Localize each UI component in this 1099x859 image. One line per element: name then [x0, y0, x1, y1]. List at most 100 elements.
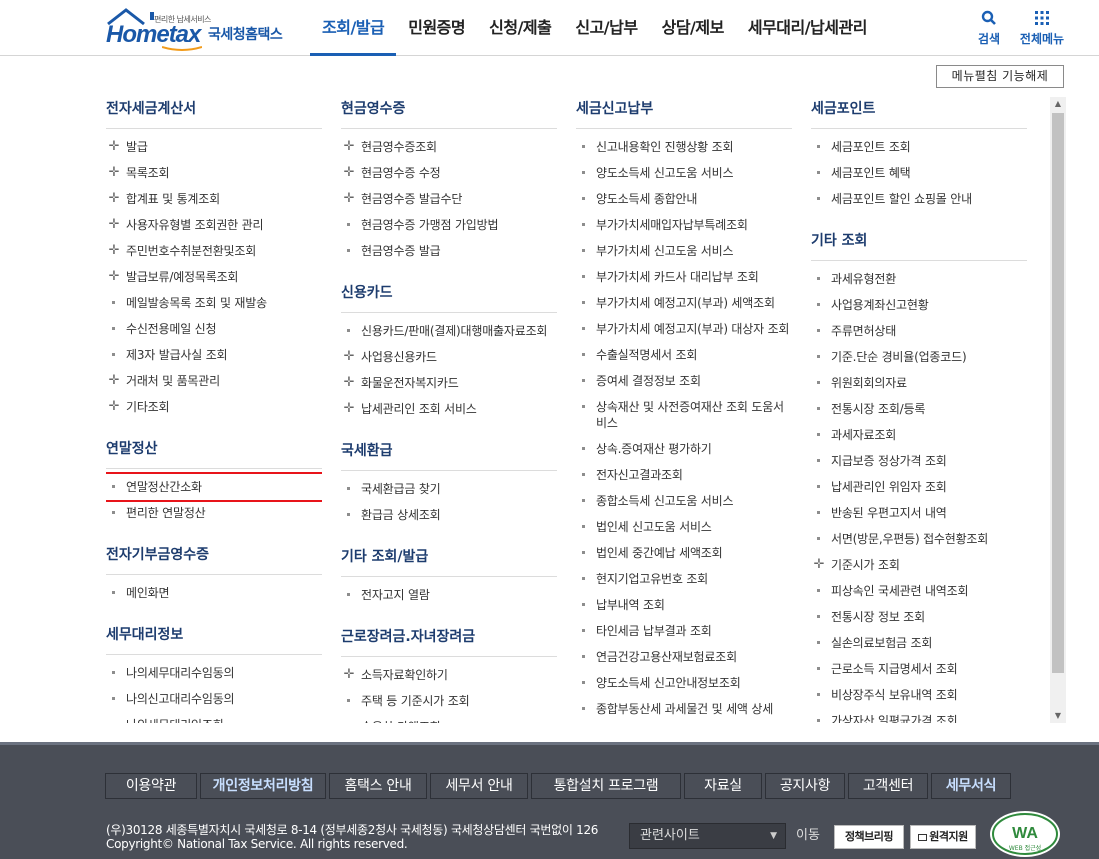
nav-item-inquiry[interactable]: 조회/발급 — [310, 0, 397, 56]
menu-fold-toggle-button[interactable]: 메뉴펼침 기능해제 — [936, 65, 1064, 88]
menu-item[interactable]: ✛ 화물운전자복지카드 — [341, 370, 557, 396]
menu-item[interactable]: 연금건강고용산재보험료조회 — [576, 644, 792, 670]
menu-item[interactable]: ✛ 목록조회 — [106, 160, 322, 186]
section-title[interactable]: 세무대리정보 — [106, 624, 322, 655]
nav-item-report[interactable]: 신고/납부 — [563, 0, 649, 56]
menu-item[interactable]: ✛ 현금영수증 수정 — [341, 160, 557, 186]
policy-briefing-button[interactable]: 정책브리핑 — [834, 825, 904, 849]
section-title[interactable]: 국세환급 — [341, 440, 557, 471]
menu-item[interactable]: 주류면허상태 — [811, 318, 1027, 344]
menu-item[interactable]: 종합부동산세 과세물건 및 세액 상세 — [576, 696, 792, 722]
menu-item[interactable]: 수신전용메일 신청 — [106, 316, 322, 342]
section-title[interactable]: 현금영수증 — [341, 98, 557, 129]
menu-item[interactable]: 상속재산 및 사전증여재산 조회 도움서비스 — [576, 394, 792, 436]
menu-item[interactable]: 세금포인트 혜택 — [811, 160, 1027, 186]
menu-item[interactable]: ✛ 사용자유형별 조회권한 관리 — [106, 212, 322, 238]
menu-item[interactable]: 나의세무대리인조회 — [106, 712, 322, 723]
section-title[interactable]: 전자기부금영수증 — [106, 544, 322, 575]
menu-item[interactable]: 부가가치세 카드사 대리납부 조회 — [576, 264, 792, 290]
footer-link[interactable]: 고객센터 — [848, 773, 928, 799]
nav-item-agent[interactable]: 세무대리/납세관리 — [736, 0, 879, 56]
all-menu-button[interactable]: 전체메뉴 — [1014, 10, 1070, 47]
menu-item[interactable]: 기준.단순 경비율(업종코드) — [811, 344, 1027, 370]
menu-item[interactable]: 부가가치세 신고도움 서비스 — [576, 238, 792, 264]
menu-item[interactable]: 상속.증여재산 평가하기 — [576, 436, 792, 462]
search-button[interactable]: 검색 — [974, 10, 1004, 47]
menu-item[interactable]: 실손의료보험금 조회 — [811, 630, 1027, 656]
menu-item[interactable]: 반송된 우편고지서 내역 — [811, 500, 1027, 526]
menu-item[interactable]: 현금영수증 가맹점 가입방법 — [341, 212, 557, 238]
menu-item[interactable]: 환급금 상세조회 — [341, 502, 557, 528]
menu-item[interactable]: ✛ 납세관리인 조회 서비스 — [341, 396, 557, 422]
menu-item[interactable]: 나의신고대리수임동의 — [106, 686, 322, 712]
menu-item[interactable]: 근로소득 지급명세서 조회 — [811, 656, 1027, 682]
menu-item[interactable]: 납세관리인 위임자 조회 — [811, 474, 1027, 500]
menu-item[interactable]: 신용카드/판매(결제)대행매출자료조회 — [341, 318, 557, 344]
menu-item[interactable]: 과세자료조회 — [811, 422, 1027, 448]
menu-item[interactable]: ✛ 기타조회 — [106, 394, 322, 420]
scroll-up-arrow-icon[interactable]: ▲ — [1050, 97, 1066, 111]
menu-item[interactable]: ✛ 기준시가 조회 — [811, 552, 1027, 578]
nav-item-consult[interactable]: 상담/제보 — [650, 0, 736, 56]
menu-item[interactable]: 전자고지 열람 — [341, 582, 557, 608]
hometax-logo[interactable]: 편리한 납세서비스 Hometax 국세청홈택스 — [104, 8, 289, 51]
menu-item[interactable]: 전통시장 정보 조회 — [811, 604, 1027, 630]
section-title[interactable]: 기타 조회 — [811, 230, 1027, 261]
menu-item[interactable]: 승용차 가액조회 — [341, 714, 557, 723]
menu-item-highlighted[interactable]: 연말정산간소화 — [106, 472, 322, 502]
menu-item[interactable]: 제3자 발급사실 조회 — [106, 342, 322, 368]
menu-item[interactable]: ✛ 합계표 및 통계조회 — [106, 186, 322, 212]
menu-item[interactable]: 비상장주식 보유내역 조회 — [811, 682, 1027, 708]
menu-item[interactable]: 전자신고결과조회 — [576, 462, 792, 488]
menu-item[interactable]: 사업용계좌신고현황 — [811, 292, 1027, 318]
section-title[interactable]: 세금포인트 — [811, 98, 1027, 129]
menu-item[interactable]: 편리한 연말정산 — [106, 500, 322, 526]
scrollbar[interactable]: ▲ ▼ — [1050, 97, 1066, 723]
menu-item[interactable]: ✛ 사업용신용카드 — [341, 344, 557, 370]
menu-item[interactable]: 세금포인트 할인 쇼핑몰 안내 — [811, 186, 1027, 212]
menu-item[interactable]: 양도소득세 신고안내정보조회 — [576, 670, 792, 696]
menu-item[interactable]: 피상속인 국세관련 내역조회 — [811, 578, 1027, 604]
scroll-down-arrow-icon[interactable]: ▼ — [1050, 709, 1066, 723]
menu-item[interactable]: 메일발송목록 조회 및 재발송 — [106, 290, 322, 316]
menu-item[interactable]: 법인세 신고도움 서비스 — [576, 514, 792, 540]
scrollbar-thumb[interactable] — [1052, 113, 1064, 673]
menu-item[interactable]: ✛ 현금영수증조회 — [341, 134, 557, 160]
section-title[interactable]: 연말정산 — [106, 438, 322, 469]
section-title[interactable]: 전자세금계산서 — [106, 98, 322, 129]
menu-item[interactable]: 법인세 중간예납 세액조회 — [576, 540, 792, 566]
menu-item[interactable]: 나의세무대리수임동의 — [106, 660, 322, 686]
section-title[interactable]: 세금신고납부 — [576, 98, 792, 129]
footer-link[interactable]: 통합설치 프로그램 — [531, 773, 681, 799]
menu-item[interactable]: 주택 등 기준시가 조회 — [341, 688, 557, 714]
menu-item[interactable]: 타인세금 납부결과 조회 — [576, 618, 792, 644]
menu-item[interactable]: 세금포인트 조회 — [811, 134, 1027, 160]
menu-item[interactable]: ✛ 발급 — [106, 134, 322, 160]
remote-support-button[interactable]: 원격지원 — [910, 825, 976, 849]
menu-item[interactable]: 서면(방문,우편등) 접수현황조회 — [811, 526, 1027, 552]
menu-item[interactable]: 양도소득세 신고도움 서비스 — [576, 160, 792, 186]
menu-item[interactable]: 현금영수증 발급 — [341, 238, 557, 264]
menu-item[interactable]: 부가가치세 예정고지(부과) 세액조회 — [576, 290, 792, 316]
menu-item[interactable]: ✛ 현금영수증 발급수단 — [341, 186, 557, 212]
nav-item-certificate[interactable]: 민원증명 — [396, 0, 477, 56]
footer-link[interactable]: 세무서식 — [931, 773, 1011, 799]
related-sites-select[interactable]: 관련사이트 ▼ — [629, 823, 786, 849]
section-title[interactable]: 근로장려금.자녀장려금 — [341, 626, 557, 657]
menu-item[interactable]: 신고내용확인 진행상황 조회 — [576, 134, 792, 160]
menu-item[interactable]: 증여세 결정정보 조회 — [576, 368, 792, 394]
menu-item[interactable]: 부가가치세 예정고지(부과) 대상자 조회 — [576, 316, 792, 342]
menu-item[interactable]: ✛ 거래처 및 품목관리 — [106, 368, 322, 394]
footer-link[interactable]: 자료실 — [684, 773, 762, 799]
menu-item[interactable]: 종합소득세 신고도움 서비스 — [576, 488, 792, 514]
footer-link[interactable]: 개인정보처리방침 — [200, 773, 326, 799]
go-button[interactable]: 이동 — [790, 823, 826, 849]
footer-link[interactable]: 이용약관 — [105, 773, 197, 799]
footer-link[interactable]: 세무서 안내 — [430, 773, 528, 799]
menu-item[interactable]: ✛ 소득자료확인하기 — [341, 662, 557, 688]
menu-item[interactable]: 지급보증 정상가격 조회 — [811, 448, 1027, 474]
nav-item-apply[interactable]: 신청/제출 — [477, 0, 563, 56]
footer-link[interactable]: 홈택스 안내 — [329, 773, 427, 799]
menu-item[interactable]: 현지기업고유번호 조회 — [576, 566, 792, 592]
footer-link[interactable]: 공지사항 — [765, 773, 845, 799]
